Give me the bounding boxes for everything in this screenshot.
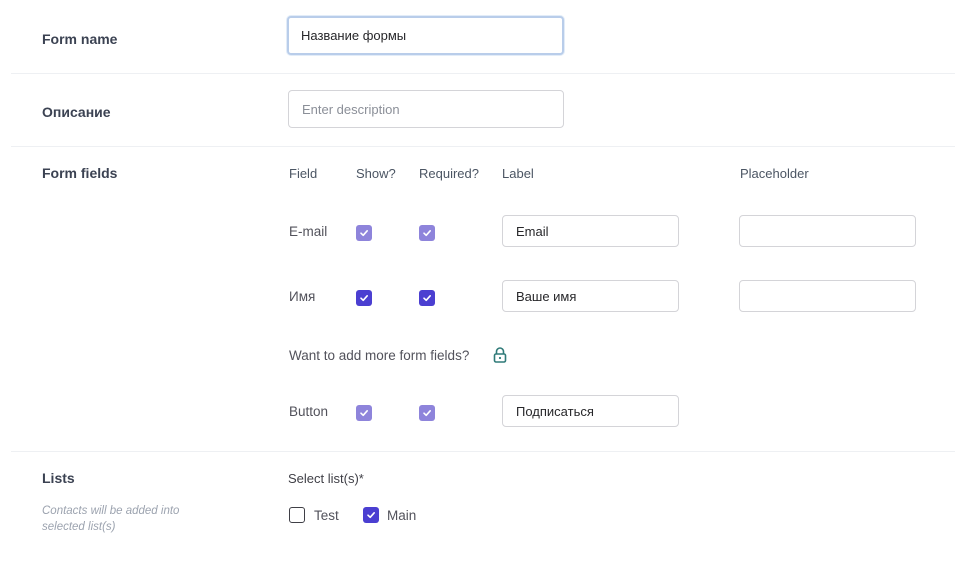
- lists-label: Lists: [42, 470, 75, 486]
- email-required-checkbox: [419, 225, 435, 241]
- select-lists-label: Select list(s)*: [288, 471, 364, 486]
- check-icon: [423, 410, 431, 417]
- check-icon: [360, 230, 368, 237]
- form-name-value: Название формы: [301, 28, 407, 43]
- check-icon: [367, 511, 375, 519]
- field-name-email: E-mail: [289, 224, 328, 239]
- check-icon: [360, 295, 368, 302]
- check-icon: [423, 230, 431, 237]
- form-fields-label: Form fields: [42, 165, 118, 181]
- name-placeholder-input[interactable]: [739, 280, 916, 312]
- email-show-checkbox: [356, 225, 372, 241]
- column-header-show: Show?: [356, 166, 396, 181]
- column-header-placeholder: Placeholder: [740, 166, 809, 181]
- name-label-input[interactable]: Ваше имя: [502, 280, 679, 312]
- check-icon: [360, 410, 368, 417]
- form-name-label: Form name: [42, 31, 118, 47]
- button-label-value: Подписаться: [516, 403, 594, 419]
- email-label-input[interactable]: Email: [502, 215, 679, 247]
- lock-icon[interactable]: [491, 346, 509, 364]
- button-required-checkbox: [419, 405, 435, 421]
- list-test-checkbox[interactable]: [289, 507, 305, 523]
- name-label-value: Ваше имя: [516, 288, 577, 304]
- divider: [11, 451, 955, 452]
- field-name-button: Button: [289, 404, 329, 419]
- field-name-name: Имя: [289, 289, 316, 304]
- lists-hint: Contacts will be added into selected lis…: [42, 505, 180, 533]
- button-label-input[interactable]: Подписаться: [502, 395, 679, 427]
- form-name-input[interactable]: Название формы: [287, 16, 564, 55]
- divider: [11, 146, 955, 147]
- description-input[interactable]: Enter description: [288, 90, 564, 128]
- description-placeholder: Enter description: [302, 101, 400, 117]
- check-icon: [423, 295, 431, 302]
- email-placeholder-input[interactable]: [739, 215, 916, 247]
- name-required-checkbox[interactable]: [419, 290, 435, 306]
- email-label-value: Email: [516, 223, 549, 239]
- column-header-required: Required?: [419, 166, 479, 181]
- description-label: Описание: [42, 104, 111, 120]
- name-show-checkbox[interactable]: [356, 290, 372, 306]
- column-header-label: Label: [502, 166, 534, 181]
- more-fields-text: Want to add more form fields?: [289, 348, 470, 363]
- button-show-checkbox: [356, 405, 372, 421]
- list-main-checkbox[interactable]: [363, 507, 379, 523]
- list-main-label[interactable]: Main: [387, 508, 416, 523]
- divider: [11, 73, 955, 74]
- list-test-label[interactable]: Test: [314, 508, 339, 523]
- column-header-field: Field: [289, 166, 318, 181]
